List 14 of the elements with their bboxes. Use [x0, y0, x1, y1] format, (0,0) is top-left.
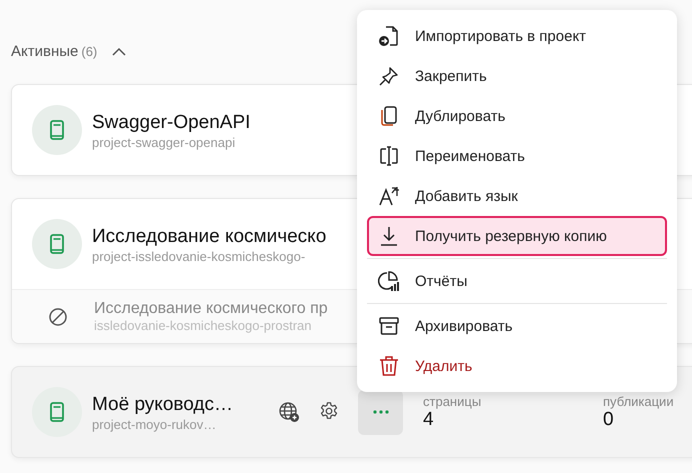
project-title: Swagger-OpenAPI	[92, 110, 250, 134]
child-title: Исследование космического пр	[94, 300, 328, 318]
stat-value: 0	[603, 408, 614, 430]
stat-label: публикации	[603, 394, 675, 408]
section-count: (6)	[81, 44, 98, 58]
stat-label: страницы	[423, 394, 482, 408]
project-slug: project-moyo-rukov…	[92, 416, 218, 432]
child-slug: issledovanie-kosmicheskogo-prostran	[94, 318, 312, 333]
project-slug: project-swagger-openapi	[92, 134, 236, 150]
project-title: Моё руководс…	[92, 392, 234, 416]
project-title: Исследование космическо	[92, 224, 326, 248]
section-title: Активные	[11, 42, 78, 60]
stat-value: 4	[423, 408, 434, 430]
project-slug: project-issledovanie-kosmicheskogo-	[92, 248, 306, 264]
